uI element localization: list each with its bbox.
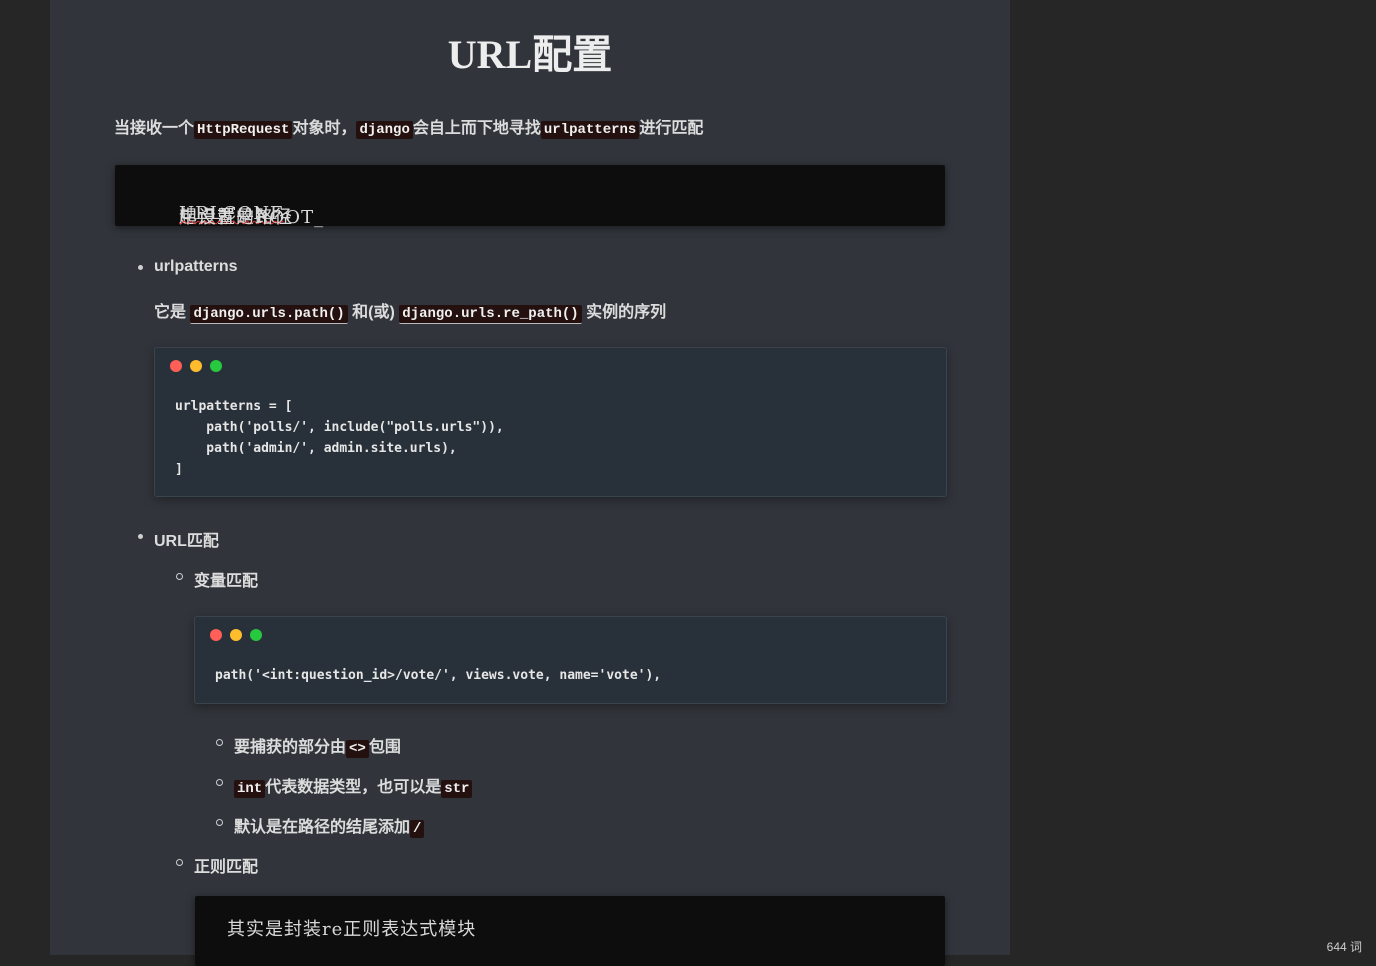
inline-code-django: django	[356, 121, 413, 139]
sublist-item-datatype: int 代表数据类型，也可以是 str	[234, 773, 473, 798]
intro-text-3: 会自上而下地寻找	[412, 120, 541, 137]
urlpatterns-description: 它是 django.urls.path() 和(或) django.urls.r…	[154, 298, 667, 324]
bullet-circle	[216, 739, 223, 746]
sublist-item-regex-matching: 正则匹配	[194, 859, 259, 876]
code-text[interactable]: path('<int:question_id>/vote/', views.vo…	[215, 665, 661, 686]
bullet-circle	[176, 859, 183, 866]
sublist-item-capture: 要捕获的部分由 <> 包围	[234, 733, 401, 758]
item-text: 要捕获的部分由	[234, 739, 347, 756]
code-text[interactable]: urlpatterns = [ path('polls/', include("…	[175, 396, 504, 480]
red-dot-icon	[210, 629, 222, 641]
list-item-url-matching: URL匹配	[154, 533, 219, 550]
word-count: 644 词	[1326, 940, 1362, 954]
green-dot-icon	[210, 360, 222, 372]
sublist-item-variable-matching: 变量匹配	[194, 573, 259, 590]
inline-code-int: int	[234, 780, 266, 798]
bullet-circle	[216, 779, 223, 786]
code-block-path-example[interactable]: path('<int:question_id>/vote/', views.vo…	[194, 616, 947, 704]
list-item-urlpatterns: urlpatterns	[154, 258, 238, 275]
inline-code-httprequest: HttpRequest	[194, 121, 293, 139]
yellow-dot-icon	[190, 360, 202, 372]
intro-text-4: 进行匹配	[639, 120, 704, 137]
bullet-disc	[138, 534, 143, 539]
page-title: URL配置	[447, 32, 613, 77]
inline-code-urlpatterns: urlpatterns	[540, 121, 640, 139]
blockquote-rooturlconf: 起点就是ROOT_ URLCONF 中设置的路径	[115, 165, 945, 228]
blockquote-text: 其实是封装re正则表达式模块	[227, 919, 477, 940]
inline-code-angle-brackets: <>	[346, 740, 369, 758]
inline-code-re-path: django.urls.re_path()	[399, 305, 582, 324]
intro-paragraph: 当接收一个 HttpRequest 对象时， django 会自上而下地寻找 urlpat…	[114, 114, 704, 139]
bullet-circle	[176, 573, 183, 580]
window-dots	[170, 359, 230, 372]
item-text: 默认是在路径的结尾添加	[234, 819, 411, 836]
yellow-dot-icon	[230, 629, 242, 641]
inline-code-path: django.urls.path()	[190, 305, 348, 324]
bullet-circle	[216, 819, 223, 826]
inline-code-slash: /	[410, 820, 425, 838]
item-text: 包围	[368, 739, 401, 756]
document-page: URL配置 当接收一个 HttpRequest 对象时， django 会自上而下地寻找…	[50, 0, 1010, 966]
desc-text-3: 实例的序列	[586, 304, 667, 321]
window-dots	[210, 628, 270, 641]
bullet-disc	[138, 265, 143, 270]
item-text: 代表数据类型，也可以是	[265, 779, 442, 796]
green-dot-icon	[250, 629, 262, 641]
sublist-item-trailing-slash: 默认是在路径的结尾添加 /	[234, 813, 425, 838]
intro-text-1: 当接收一个	[114, 120, 195, 137]
inline-code-str: str	[441, 780, 473, 798]
blockquote-regex: 其实是封装re正则表达式模块	[195, 896, 945, 966]
desc-text-1: 它是	[154, 304, 187, 321]
red-dot-icon	[170, 360, 182, 372]
desc-text-2: 和(或)	[352, 304, 395, 321]
intro-text-2: 对象时，	[292, 120, 357, 137]
code-block-urlpatterns[interactable]: urlpatterns = [ path('polls/', include("…	[154, 347, 947, 497]
